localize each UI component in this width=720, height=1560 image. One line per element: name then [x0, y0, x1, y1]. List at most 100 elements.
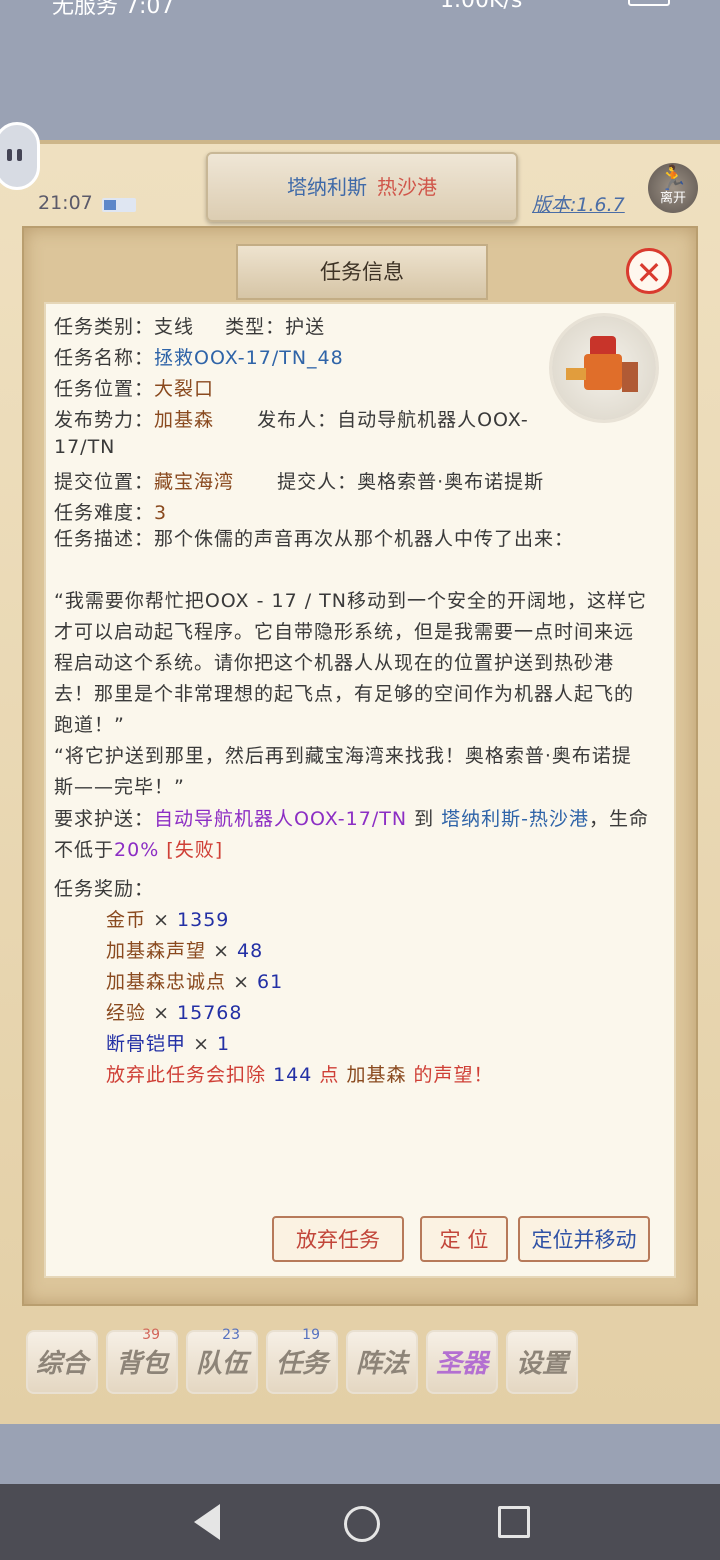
submitter-label: 提交人：: [277, 471, 358, 493]
tab-label: 任务: [275, 1349, 328, 1379]
home-icon[interactable]: [344, 1506, 380, 1542]
floating-handle[interactable]: [0, 122, 40, 190]
name-label: 任务名称：: [54, 347, 155, 369]
tab-label: 背包: [115, 1349, 168, 1379]
reward-times: ×: [153, 909, 170, 931]
escort-label: 要求护送：: [54, 808, 155, 830]
bottom-tab-bar: 综合 背包 39 队伍 23 任务 19 阵法 圣器 设置: [22, 1326, 702, 1396]
location-zone: 塔纳利斯: [287, 175, 367, 199]
reward-name: 加基森声望: [106, 940, 207, 962]
reward-times: ×: [153, 1002, 170, 1024]
reward-count: 1359: [177, 909, 230, 931]
submitter-value: 奥格索普·奥布诺提斯: [357, 471, 545, 493]
difficulty-value: 3: [154, 502, 168, 524]
game-clock: 21:07: [38, 192, 93, 214]
reward-count: 1: [217, 1033, 231, 1055]
tab-quests[interactable]: 任务 19: [266, 1327, 338, 1394]
penalty-warning: 放弃此任务会扣除 144 点 加基森 的声望！: [106, 1060, 494, 1087]
leave-label: 离开: [659, 191, 686, 206]
tab-label: 队伍: [195, 1349, 248, 1379]
reward-name: 加基森忠诚点: [106, 971, 227, 993]
network-speed: 1.00K/s: [440, 0, 523, 13]
tab-bag[interactable]: 背包 39: [106, 1327, 178, 1394]
handle-pip-icon: [7, 149, 12, 161]
reward-item: 金币 × 1359: [106, 905, 229, 932]
tab-label: 设置: [515, 1349, 568, 1379]
reward-name: 金币: [106, 909, 147, 931]
tab-label: 阵法: [355, 1349, 408, 1379]
battery-mini-icon: [102, 198, 136, 212]
dialog-title: 任务信息: [236, 244, 488, 300]
tab-formation[interactable]: 阵法: [346, 1330, 418, 1394]
version-link[interactable]: 版本:1.6.7: [532, 190, 625, 217]
tab-badge: 23: [222, 1327, 240, 1343]
faction-value: 加基森: [154, 409, 215, 431]
tab-team[interactable]: 队伍 23: [186, 1327, 258, 1394]
location-label: 任务位置：: [54, 378, 155, 400]
desc-label: 任务描述：: [54, 528, 155, 550]
publisher-value: 自动导航机器人OOX-: [337, 409, 529, 431]
locate-button[interactable]: 定 位: [420, 1216, 508, 1262]
location-value: 大裂口: [154, 378, 215, 400]
location-area: 热沙港: [377, 175, 437, 199]
handle-pip-icon: [17, 149, 22, 161]
submit-label: 提交位置：: [54, 471, 155, 493]
submit-value: 藏宝海湾: [154, 471, 235, 493]
location-title: 塔纳利斯 热沙港: [206, 152, 518, 222]
name-value: 拯救OOX-17/TN_48: [154, 347, 344, 369]
reward-count: 15768: [177, 1002, 243, 1024]
escort-target: 自动导航机器人OOX-17/TN: [154, 808, 408, 830]
difficulty-label: 任务难度：: [54, 502, 155, 524]
back-icon[interactable]: [194, 1504, 220, 1540]
reward-item: 加基森忠诚点 × 61: [106, 967, 283, 994]
reward-count: 48: [237, 940, 264, 962]
penalty-pre: 放弃此任务会扣除: [106, 1064, 267, 1086]
status-bar: 无服务 7:07 1.00K/s: [0, 0, 720, 19]
reward-item: 断骨铠甲 × 1: [106, 1029, 230, 1056]
publisher-value-cont: 17/TN: [54, 436, 116, 458]
category-value: 支线: [154, 316, 195, 338]
reward-count: 61: [257, 971, 284, 993]
locate-and-move-button[interactable]: 定位并移动: [518, 1216, 650, 1262]
escort-destination: 塔纳利斯-热沙港: [441, 808, 590, 830]
tab-sacred[interactable]: 圣器: [426, 1330, 498, 1394]
penalty-faction: 加基森: [346, 1064, 407, 1086]
reward-times: ×: [233, 971, 250, 993]
penalty-points: 144: [273, 1064, 313, 1086]
reward-times: ×: [193, 1033, 210, 1055]
battery-icon: [628, 0, 670, 6]
reward-item: 加基森声望 × 48: [106, 936, 263, 963]
status-left-text: 无服务 7:07: [52, 0, 175, 19]
type-value: 护送: [285, 316, 326, 338]
escort-status: [失败]: [166, 839, 224, 861]
reward-times: ×: [213, 940, 230, 962]
tab-label: 圣器: [435, 1349, 488, 1379]
robot-portrait-icon: [552, 316, 656, 420]
reward-label: 任务奖励：: [54, 878, 155, 900]
desc-text: 那个侏儒的声音再次从那个机器人中传了出来：: [154, 528, 575, 550]
recent-apps-icon[interactable]: [498, 1506, 530, 1538]
reward-item: 经验 × 15768: [106, 998, 242, 1025]
tab-label: 综合: [35, 1349, 88, 1379]
faction-label: 发布势力：: [54, 409, 155, 431]
system-nav-bar: [0, 1484, 720, 1560]
tab-general[interactable]: 综合: [26, 1330, 98, 1394]
tab-settings[interactable]: 设置: [506, 1330, 578, 1394]
reward-name: 经验: [106, 1002, 147, 1024]
penalty-post: 的声望！: [413, 1064, 494, 1086]
tab-badge: 39: [142, 1327, 160, 1343]
type-label: 类型：: [225, 316, 286, 338]
escort-to: 到: [414, 808, 435, 830]
desc-quote-2: “将它护送到那里，然后再到藏宝海湾来找我！奥格索普·奥布诺提斯——完毕！”: [54, 745, 632, 798]
reward-name: 断骨铠甲: [106, 1033, 187, 1055]
tab-badge: 19: [302, 1327, 320, 1343]
running-man-icon: 🏃: [658, 164, 688, 192]
abandon-quest-button[interactable]: 放弃任务: [272, 1216, 404, 1262]
leave-button[interactable]: 🏃 离开: [648, 163, 698, 213]
penalty-mid: 点: [319, 1064, 340, 1086]
escort-condition-value: 20%: [114, 839, 160, 861]
desc-quote-1: “我需要你帮忙把OOX - 17 / TN移动到一个安全的开阔地，这样它才可以启…: [54, 590, 647, 736]
category-label: 任务类别：: [54, 316, 155, 338]
publisher-label: 发布人：: [257, 409, 338, 431]
close-icon[interactable]: ✕: [626, 248, 672, 294]
